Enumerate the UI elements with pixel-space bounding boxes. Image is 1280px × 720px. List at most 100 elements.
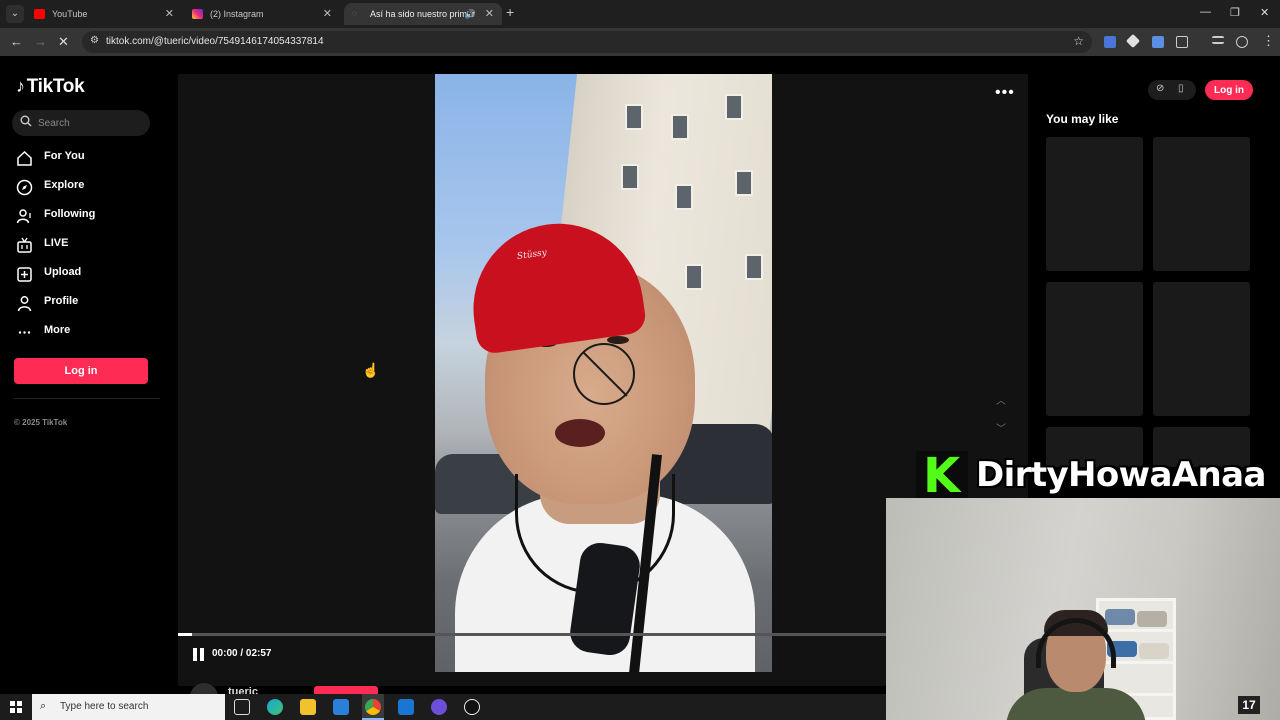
- live-icon: [17, 237, 32, 253]
- forward-button[interactable]: →: [34, 34, 47, 49]
- url-text[interactable]: tiktok.com/@tueric/video/754914617405433…: [106, 31, 324, 53]
- instagram-icon: [192, 9, 203, 19]
- nav-label: Following: [44, 208, 96, 220]
- tiktok-sidebar: ♪TikTok For You Explore Following LIVE U…: [0, 56, 168, 686]
- task-view-icon[interactable]: [234, 699, 250, 715]
- webcam-feed: 17: [886, 498, 1280, 720]
- stop-button[interactable]: ✕: [58, 34, 69, 50]
- nav-profile[interactable]: Profile: [16, 292, 156, 314]
- close-icon[interactable]: ✕: [485, 3, 494, 25]
- extensions-puzzle-icon[interactable]: [1176, 36, 1188, 48]
- nav-label: Upload: [44, 266, 82, 278]
- suggested-video-tile[interactable]: [1153, 137, 1250, 271]
- chevron-down-icon[interactable]: ﹀: [996, 420, 1006, 435]
- building-window: [675, 184, 693, 210]
- phone-icon[interactable]: ▯: [1178, 83, 1184, 94]
- pause-bar: [193, 648, 197, 661]
- new-tab-button[interactable]: +: [506, 4, 514, 20]
- search-icon: ⌕: [40, 700, 47, 712]
- bookmark-star-icon[interactable]: ☆: [1073, 34, 1084, 48]
- building-window: [685, 264, 703, 290]
- search-box[interactable]: [12, 110, 150, 136]
- nav-upload[interactable]: Upload: [16, 263, 156, 285]
- close-icon[interactable]: ✕: [165, 3, 174, 25]
- nav-live[interactable]: LIVE: [16, 234, 156, 256]
- person-mouth: [555, 419, 605, 447]
- more-options-icon[interactable]: •••: [995, 84, 1015, 102]
- browser-tab-strip: ⌄ YouTube ✕ (2) Instagram ✕ ◌ Así ha sid…: [0, 0, 1280, 28]
- not-allowed-cursor-icon: [573, 343, 635, 405]
- tiktok-logo-text: TikTok: [26, 76, 85, 97]
- windows-start-icon[interactable]: [10, 701, 22, 713]
- nav-for-you[interactable]: For You: [16, 147, 156, 169]
- search-input[interactable]: [38, 114, 142, 132]
- compass-icon[interactable]: ⊘: [1156, 83, 1164, 94]
- streamer-name: DirtyHowaAnaa: [976, 455, 1266, 495]
- shelf-item: [1137, 611, 1167, 627]
- suggested-video-tile[interactable]: [1046, 137, 1143, 271]
- shelf-item: [1139, 643, 1169, 659]
- screen: ⌄ YouTube ✕ (2) Instagram ✕ ◌ Así ha sid…: [0, 0, 1280, 720]
- suggested-video-tile[interactable]: [1046, 282, 1143, 416]
- search-icon: [20, 115, 32, 127]
- start-pane: [10, 701, 15, 706]
- address-bar[interactable]: ⚙ tiktok.com/@tueric/video/7549146174054…: [82, 31, 1092, 53]
- building-window: [625, 104, 643, 130]
- close-icon[interactable]: ✕: [323, 3, 332, 25]
- copyright-text: © 2025 TikTok: [14, 418, 68, 427]
- nav-following[interactable]: Following: [16, 205, 156, 227]
- site-info-icon[interactable]: ⚙: [90, 35, 99, 46]
- chevron-up-icon[interactable]: ︿: [996, 392, 1006, 407]
- login-button-header[interactable]: Log in: [1205, 80, 1253, 100]
- minimize-icon[interactable]: —: [1200, 6, 1211, 18]
- video-time: 00:00 / 02:57: [212, 648, 272, 659]
- video-progress-bar[interactable]: [178, 633, 886, 636]
- hand-cursor-icon: ☝: [362, 362, 380, 378]
- tab-label: YouTube: [52, 9, 88, 19]
- tiktok-logo[interactable]: ♪ TikTok: [16, 76, 85, 98]
- speaker-icon[interactable]: 🔊: [465, 3, 476, 25]
- close-window-icon[interactable]: ✕: [1260, 6, 1269, 19]
- shelf-item: [1105, 609, 1135, 625]
- tab-youtube[interactable]: YouTube ✕: [26, 3, 182, 25]
- nav-label: Profile: [44, 295, 79, 307]
- nav-label: For You: [44, 150, 85, 162]
- start-pane: [10, 708, 15, 713]
- streamer-body: [1006, 688, 1146, 720]
- taskbar-search-placeholder[interactable]: Type here to search: [60, 701, 148, 712]
- outlook-icon[interactable]: [398, 699, 414, 715]
- back-button[interactable]: ←: [10, 34, 23, 49]
- login-button[interactable]: Log in: [14, 358, 148, 384]
- pause-button[interactable]: [193, 648, 205, 661]
- edge-icon[interactable]: [267, 699, 283, 715]
- discord-icon[interactable]: [431, 699, 447, 715]
- tab-instagram[interactable]: (2) Instagram ✕: [184, 3, 340, 25]
- nav-label: More: [44, 324, 71, 336]
- tab-search-button[interactable]: ⌄: [6, 5, 24, 23]
- menu-kebab-icon[interactable]: ⋮: [1262, 33, 1275, 49]
- media-controls-icon[interactable]: [1212, 36, 1224, 44]
- profile-icon: [17, 296, 32, 312]
- extension-image-icon[interactable]: [1152, 36, 1164, 48]
- nav-label: LIVE: [44, 237, 69, 249]
- suggested-video-tile[interactable]: [1153, 282, 1250, 416]
- restore-icon[interactable]: ❐: [1230, 6, 1240, 19]
- store-icon[interactable]: [333, 699, 349, 715]
- extension-diamond-icon[interactable]: [1125, 33, 1141, 49]
- file-explorer-icon[interactable]: [300, 699, 316, 715]
- building-window: [745, 254, 763, 280]
- tiktok-note-icon: ♪: [16, 76, 25, 96]
- nav-label: Explore: [44, 179, 85, 191]
- kick-logo-icon: K: [916, 448, 968, 504]
- obs-icon[interactable]: [464, 699, 480, 715]
- upload-icon: [17, 267, 32, 282]
- taskbar-search[interactable]: ⌕ Type here to search: [32, 694, 225, 720]
- nav-explore[interactable]: Explore: [16, 176, 156, 198]
- nav-more[interactable]: More: [16, 321, 156, 343]
- chrome-icon[interactable]: [365, 699, 381, 715]
- translate-extension-icon[interactable]: [1104, 36, 1116, 48]
- tab-tiktok-video[interactable]: ◌ Así ha sido nuestro primer 🔊 ✕: [344, 3, 502, 25]
- home-icon: [17, 150, 32, 166]
- building-window: [621, 164, 639, 190]
- profile-icon[interactable]: [1236, 36, 1248, 48]
